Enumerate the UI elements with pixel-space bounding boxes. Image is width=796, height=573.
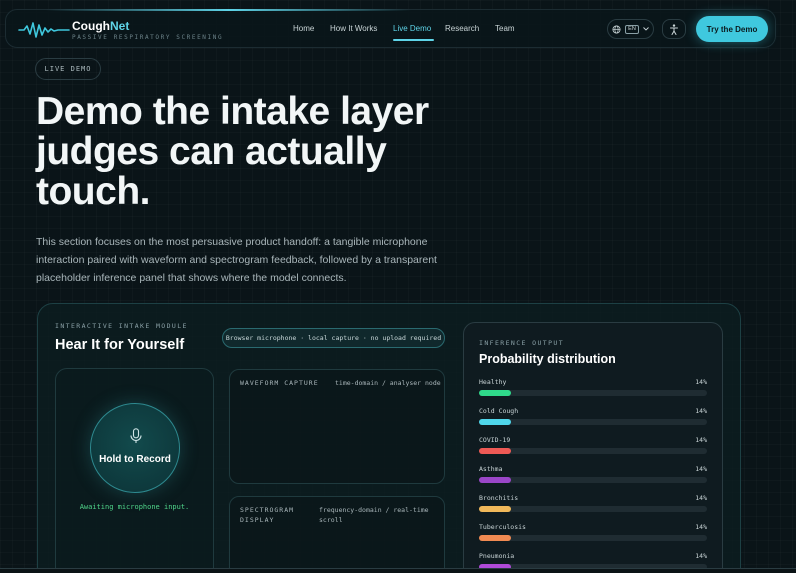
waveform-logo-icon [18,22,70,38]
probability-track [479,506,707,512]
waveform-title: WAVEFORM CAPTURE [240,379,319,387]
chevron-down-icon [642,27,649,31]
try-demo-button[interactable]: Try the Demo [696,16,768,42]
probability-value: 14% [695,407,707,415]
probability-value: 14% [695,465,707,473]
probability-row: Healthy 14% [479,378,708,400]
probability-track [479,477,707,483]
accessibility-icon [670,23,678,35]
probability-track [479,535,707,541]
globe-icon [612,24,621,34]
microphone-icon [130,428,142,443]
probability-label: COVID-19 [479,436,511,444]
probability-row: Cold Cough 14% [479,407,708,429]
brand-name[interactable]: CoughNet [72,19,129,33]
probability-label: Pneumonia [479,552,515,560]
probability-row: Tuberculosis 14% [479,523,708,545]
page-edge [0,568,796,573]
probability-label: Bronchitis [479,494,519,502]
module-label: INTERACTIVE INTAKE MODULE [55,322,188,330]
nav-link-home[interactable]: Home [293,24,314,33]
probability-value: 14% [695,436,707,444]
inference-title: Probability distribution [479,352,616,366]
module-title: Hear It for Yourself [55,337,185,353]
probability-label: Healthy [479,378,507,386]
brand-tagline: PASSIVE RESPIRATORY SCREENING [72,34,224,41]
probability-value: 14% [695,523,707,531]
probability-row: Asthma 14% [479,465,708,487]
language-label: EN [625,24,639,34]
active-link-indicator [393,39,434,41]
probability-bar [479,419,511,425]
probability-label: Cold Cough [479,407,519,415]
nav-link-team[interactable]: Team [495,24,515,33]
hero-description: This section focuses on the most persuas… [36,236,437,284]
hero-title: Demo the intake layer judges can actuall… [36,90,429,213]
waveform-note: time-domain / analyser node [335,379,441,387]
section-pill: LIVE DEMO [35,58,101,80]
hold-to-record-button[interactable]: Hold to Record [90,403,180,493]
spectrogram-note: frequency-domain / real-time scroll [319,506,429,524]
probability-bar [479,535,511,541]
probability-track [479,419,707,425]
probability-value: 14% [695,378,707,386]
probability-track [479,448,707,454]
accessibility-button[interactable] [662,19,686,39]
probability-bar [479,477,511,483]
top-nav: CoughNet PASSIVE RESPIRATORY SCREENING H… [5,9,776,48]
nav-accent-line [46,9,411,11]
probability-bar [479,506,511,512]
record-label: Hold to Record [99,454,171,465]
nav-link-how-it-works[interactable]: How It Works [330,24,377,33]
probability-value: 14% [695,494,707,502]
microphone-badge: Browser microphone · local capture · no … [222,328,445,348]
mic-status: Awaiting microphone input. [79,503,190,511]
probability-track [479,390,707,396]
probability-value: 14% [695,552,707,560]
language-selector[interactable]: EN [607,19,654,39]
nav-link-live-demo[interactable]: Live Demo [393,24,431,33]
probability-bar [479,448,511,454]
probability-label: Asthma [479,465,503,473]
probability-row: Bronchitis 14% [479,494,708,516]
probability-row: COVID-19 14% [479,436,708,458]
nav-link-research[interactable]: Research [445,24,479,33]
probability-bar [479,390,511,396]
spectrogram-title: SPECTROGRAM DISPLAY [240,506,295,524]
probability-label: Tuberculosis [479,523,526,531]
inference-label: INFERENCE OUTPUT [479,339,565,347]
